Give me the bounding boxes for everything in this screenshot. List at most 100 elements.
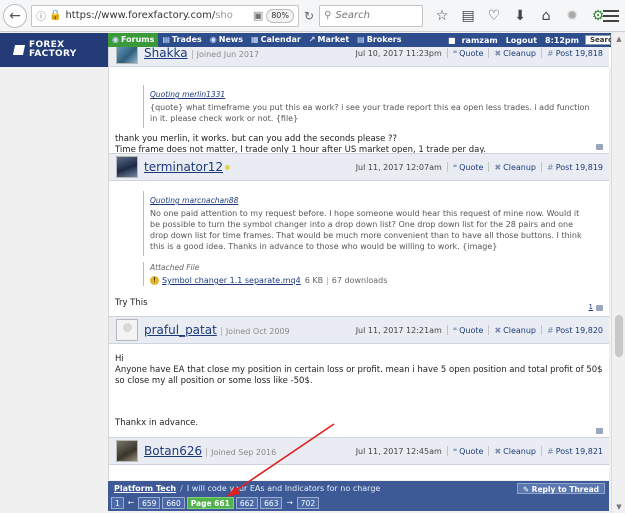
post-username[interactable]: praful_patat Joined Oct 2009 xyxy=(144,323,290,337)
scrollbar-thumb[interactable] xyxy=(615,315,623,357)
page-next-arrow[interactable]: → xyxy=(284,497,294,509)
forums-icon: ◉ xyxy=(112,35,119,44)
back-button[interactable]: ← xyxy=(3,3,27,28)
quote-icon: ❝ xyxy=(452,325,458,335)
reply-to-thread-button[interactable]: ✎ Reply to Thread xyxy=(516,482,605,494)
post-text: Anyone have EA that close my position in… xyxy=(115,365,603,386)
scroll-down-icon[interactable]: ▼ xyxy=(612,501,625,513)
browser-search-box[interactable]: ⚲ xyxy=(319,4,424,27)
joined-date: Joined Sep 2016 xyxy=(206,448,276,457)
zoom-indicator[interactable]: 80% xyxy=(266,8,294,23)
page-link[interactable]: 659 xyxy=(138,497,161,509)
market-icon: ↗ xyxy=(308,35,316,44)
avatar[interactable] xyxy=(116,47,138,64)
post-username[interactable]: Botan626 Joined Sep 2016 xyxy=(144,444,276,458)
like-badge[interactable] xyxy=(596,428,603,434)
reload-icon[interactable]: ↻ xyxy=(304,9,314,23)
trades-icon: ▤ xyxy=(162,35,170,44)
online-status-icon xyxy=(225,165,231,170)
back-arrow-icon: ← xyxy=(9,7,21,24)
post-username[interactable]: terminator12 xyxy=(144,160,231,174)
post-number-link[interactable]: # Post 19,818 xyxy=(547,49,603,58)
attached-file-label: Attached File xyxy=(150,263,200,272)
bookmark-star-icon[interactable]: ☆ xyxy=(429,8,455,24)
cleanup-icon: ✖ xyxy=(494,48,502,58)
page-scrollbar[interactable]: ▲ ▼ xyxy=(611,33,625,513)
post-text: Try This xyxy=(115,298,148,308)
post-meta: Jul 10, 2017 11:23pm ❝ Quote ✖ Cleanup # Po… xyxy=(356,48,603,58)
cleanup-button[interactable]: ✖ Cleanup xyxy=(494,326,536,335)
like-badge[interactable]: 1 xyxy=(589,302,603,313)
page-last[interactable]: 702 xyxy=(296,497,320,509)
cleanup-button[interactable]: ✖ Cleanup xyxy=(494,163,536,172)
main-navbar: ◉ Forums ▤ Trades ◉ News ▦ Calendar ↗ Market … xyxy=(108,33,625,47)
post-number-link[interactable]: # Post 19,819 xyxy=(547,163,603,172)
reader-view-icon[interactable]: ▣ xyxy=(253,9,263,22)
attached-file-block: Attached File ! Symbol changer 1.1 separ… xyxy=(143,262,597,286)
scroll-up-icon[interactable]: ▲ xyxy=(612,33,625,45)
attached-file-link[interactable]: Symbol changer 1.1 separate.mq4 xyxy=(162,275,301,286)
nav-market[interactable]: ↗ Market xyxy=(305,33,353,47)
reading-list-icon[interactable]: ▤ xyxy=(455,8,481,24)
nav-calendar[interactable]: ▦ Calendar xyxy=(247,33,305,47)
file-downloads: 67 downloads xyxy=(331,276,388,285)
extension-icon[interactable]: ✹ xyxy=(559,8,585,24)
quote-icon: ❝ xyxy=(452,446,458,456)
forum-breadcrumb-link[interactable]: Platform Tech xyxy=(114,484,176,493)
post-header: Botan626 Joined Sep 2016 Jul 11, 2017 12:… xyxy=(109,437,609,465)
page-first[interactable]: 1 xyxy=(111,497,124,509)
avatar[interactable] xyxy=(116,319,138,341)
avatar[interactable] xyxy=(116,156,138,178)
home-icon[interactable]: ⌂ xyxy=(533,8,559,24)
pocket-icon[interactable]: ♡ xyxy=(481,8,507,24)
quote-text: {quote} what timeframe you put this ea w… xyxy=(150,103,590,123)
post-meta: Jul 11, 2017 12:45am ❝ Quote ✖ Cleanup # Po… xyxy=(356,446,603,456)
pagination: 1 ← 659 660 Page 661 662 663 → 702 xyxy=(108,495,609,511)
logout-link[interactable]: Logout xyxy=(502,36,541,45)
page-link[interactable]: 660 xyxy=(162,497,185,509)
quote-block: Quoting merlin1331 {quote} what timefram… xyxy=(143,85,597,128)
nav-news[interactable]: ◉ News xyxy=(206,33,247,47)
post-date: Jul 11, 2017 12:07am xyxy=(355,162,442,172)
page-link[interactable]: 662 xyxy=(235,497,259,509)
post-meta: Jul 11, 2017 12:21am ❝ Quote ✖ Cleanup # Po… xyxy=(356,325,603,335)
quote-author-link[interactable]: Quoting marcnachan88 xyxy=(150,195,591,206)
thread-footer-bar: Platform Tech / I will code your EAs and… xyxy=(108,481,609,495)
calendar-icon: ▦ xyxy=(251,35,259,44)
quote-button[interactable]: ❝ Quote xyxy=(453,326,484,335)
post-text: thank you merlin, it works. but can you … xyxy=(115,134,398,144)
username-link[interactable]: ramzam xyxy=(458,36,502,45)
post-body: Quoting marcnachan88 No one paid attenti… xyxy=(109,181,609,316)
nav-trades[interactable]: ▤ Trades xyxy=(158,33,205,47)
like-count[interactable]: 1 xyxy=(589,302,593,313)
post-number-link[interactable]: # Post 19,821 xyxy=(547,447,603,456)
like-badge[interactable] xyxy=(596,144,603,150)
quote-button[interactable]: ❝ Quote xyxy=(453,447,484,456)
downloads-icon[interactable]: ⬇ xyxy=(507,8,533,24)
post-username[interactable]: Shakka Joined Jun 2017 xyxy=(144,47,259,60)
avatar[interactable] xyxy=(116,440,138,462)
post-body: Hi Anyone have EA that close my position… xyxy=(109,344,609,437)
brokers-icon: ▤ xyxy=(357,35,365,44)
hamburger-menu-icon[interactable] xyxy=(603,7,619,25)
browser-search-input[interactable] xyxy=(335,10,416,21)
post-meta: Jul 11, 2017 12:07am ❝ Quote ✖ Cleanup # Po… xyxy=(356,162,603,172)
page-link[interactable]: 663 xyxy=(260,497,283,509)
post-text: Thankx in advance. xyxy=(115,418,199,428)
address-bar[interactable]: ⓘ 🔒 https://www.forexfactory.com/sho ▣ 8… xyxy=(31,4,299,27)
thread-title: I will code your EAs and Indicators for … xyxy=(186,483,381,493)
info-icon[interactable]: ⓘ xyxy=(36,8,46,23)
site-search-input[interactable]: Search xyxy=(585,35,617,45)
quote-author-link[interactable]: Quoting merlin1331 xyxy=(150,89,591,100)
news-icon: ◉ xyxy=(209,35,217,44)
page-prev-arrow[interactable]: ← xyxy=(126,497,136,509)
nav-forums[interactable]: ◉ Forums xyxy=(108,33,159,47)
post-number-link[interactable]: # Post 19,820 xyxy=(547,326,603,335)
joined-date: Joined Jun 2017 xyxy=(191,50,259,59)
forex-factory-logo[interactable]: FOREX FACTORY xyxy=(0,33,108,67)
quote-button[interactable]: ❝ Quote xyxy=(453,49,484,58)
cleanup-button[interactable]: ✖ Cleanup xyxy=(494,49,536,58)
nav-brokers[interactable]: ▤ Brokers xyxy=(353,33,405,47)
quote-button[interactable]: ❝ Quote xyxy=(453,163,484,172)
cleanup-button[interactable]: ✖ Cleanup xyxy=(494,447,536,456)
